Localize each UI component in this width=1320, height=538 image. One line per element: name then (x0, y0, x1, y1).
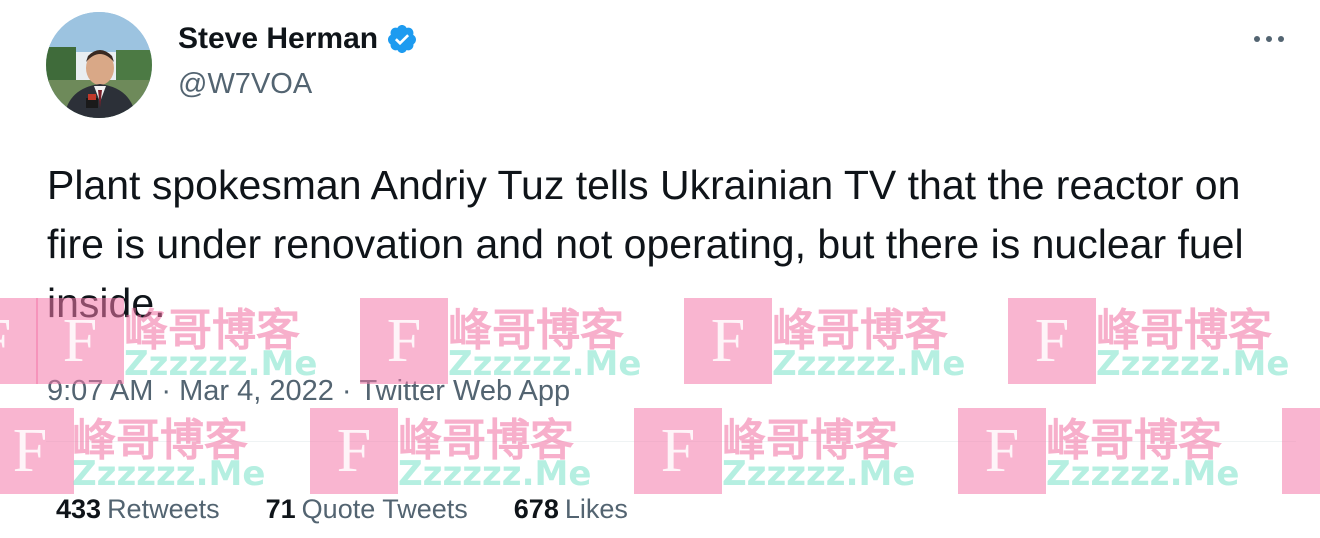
author-handle[interactable]: @W7VOA (178, 68, 312, 101)
tweet-time[interactable]: 9:07 AM (47, 375, 153, 408)
watermark-logo: F (310, 408, 398, 494)
tweet-card: Steve Herman @W7VOA Plant spokesman Andr… (0, 0, 1320, 538)
avatar-image (46, 12, 152, 118)
likes-count: 678 (513, 494, 559, 524)
watermark-cn-text: 峰哥博客 (1046, 415, 1222, 466)
watermark-cn-text: 峰哥博客 (722, 415, 898, 466)
verified-badge-icon (386, 23, 418, 55)
meta-separator: · (341, 375, 352, 407)
watermark-logo: F (0, 298, 38, 384)
tweet-text: Plant spokesman Andriy Tuz tells Ukraini… (47, 162, 1244, 326)
tweet-source[interactable]: Twitter Web App (360, 375, 571, 408)
author-name[interactable]: Steve Herman (178, 22, 418, 56)
watermark-cn-text: 峰哥博客 (72, 415, 248, 466)
watermark-en-text: Zzzzzz.Me (72, 454, 266, 494)
tweet-metadata: 9:07 AM · Mar 4, 2022 · Twitter Web App (47, 375, 570, 408)
retweets-stat[interactable]: 433 Retweets (56, 494, 220, 525)
retweets-count: 433 (56, 494, 102, 524)
likes-label: Likes (564, 494, 628, 524)
tweet-stats: 433 Retweets 71 Quote Tweets 678 Likes (56, 494, 628, 525)
watermark-logo: F (634, 408, 722, 494)
more-horizontal-icon (1254, 36, 1284, 42)
author-name-text: Steve Herman (178, 22, 379, 55)
likes-stat[interactable]: 678 Likes (514, 494, 628, 525)
more-options-button[interactable] (1248, 24, 1290, 54)
quote-tweets-count: 71 (265, 494, 296, 524)
tweet-date[interactable]: Mar 4, 2022 (179, 375, 334, 408)
watermark-en-text: Zzzzzz.Me (398, 454, 592, 494)
divider (46, 441, 1296, 442)
avatar[interactable] (46, 12, 152, 118)
watermark-logo: F (0, 408, 74, 494)
watermark-logo-partial (1282, 408, 1320, 494)
watermark-en-text: Zzzzzz.Me (1046, 454, 1240, 494)
meta-separator: · (161, 375, 172, 407)
watermark-cn-text: 峰哥博客 (398, 415, 574, 466)
quote-tweets-stat[interactable]: 71 Quote Tweets (266, 494, 468, 525)
quote-tweets-label: Quote Tweets (301, 494, 468, 524)
watermark-en-text: Zzzzzz.Me (772, 344, 966, 384)
watermark-en-text: Zzzzzz.Me (1096, 344, 1290, 384)
watermark-logo: F (958, 408, 1046, 494)
retweets-label: Retweets (107, 494, 220, 524)
watermark-en-text: Zzzzzz.Me (722, 454, 916, 494)
